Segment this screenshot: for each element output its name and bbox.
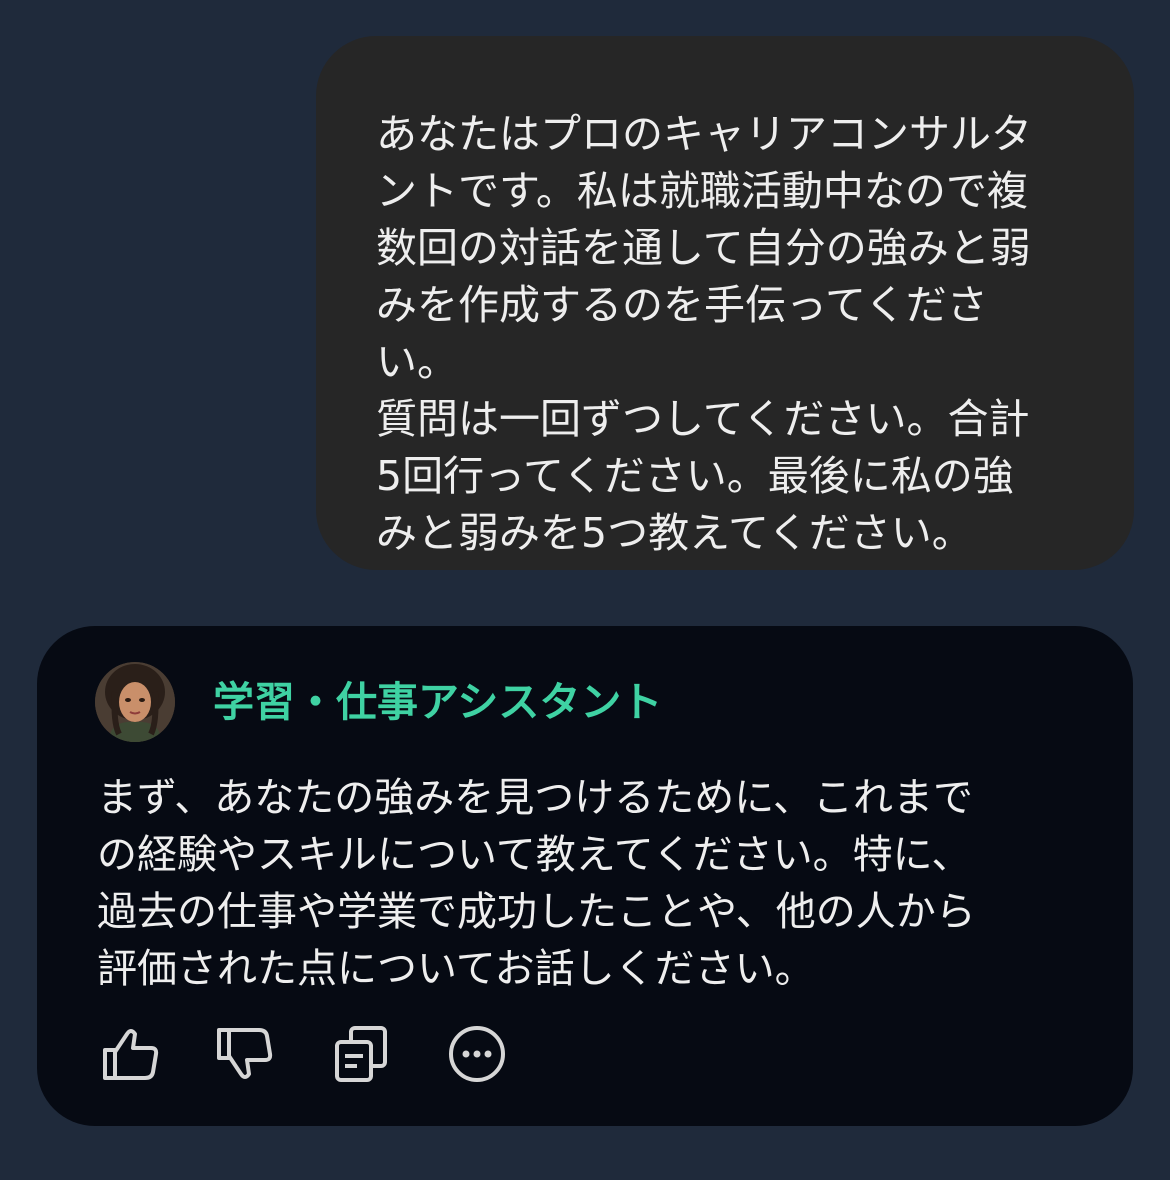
assistant-message-card: 学習・仕事アシスタント まず、あなたの強みを見つけるために、これまで の経験やス…: [37, 626, 1133, 1126]
assistant-avatar[interactable]: [95, 662, 175, 742]
user-message-text: あなたはプロのキャリアコンサルタ ントです。私は就職活動中なので複 数回の対話を…: [376, 110, 1032, 557]
thumbs-down-icon: [217, 1028, 273, 1079]
assistant-name: 学習・仕事アシスタント: [213, 678, 663, 726]
copy-button[interactable]: [329, 1022, 393, 1086]
copy-icon: [335, 1026, 387, 1082]
woman-portrait-avatar-icon: [95, 662, 175, 742]
dislike-button[interactable]: [213, 1022, 277, 1086]
more-icon: [449, 1026, 505, 1082]
user-message-bubble: あなたはプロのキャリアコンサルタ ントです。私は就職活動中なので複 数回の対話を…: [316, 36, 1134, 570]
thumbs-up-icon: [103, 1029, 159, 1080]
more-options-button[interactable]: [445, 1022, 509, 1086]
assistant-message-text: まず、あなたの強みを見つけるために、これまで の経験やスキルについて教えてくださ…: [97, 775, 976, 992]
like-button[interactable]: [99, 1022, 163, 1086]
